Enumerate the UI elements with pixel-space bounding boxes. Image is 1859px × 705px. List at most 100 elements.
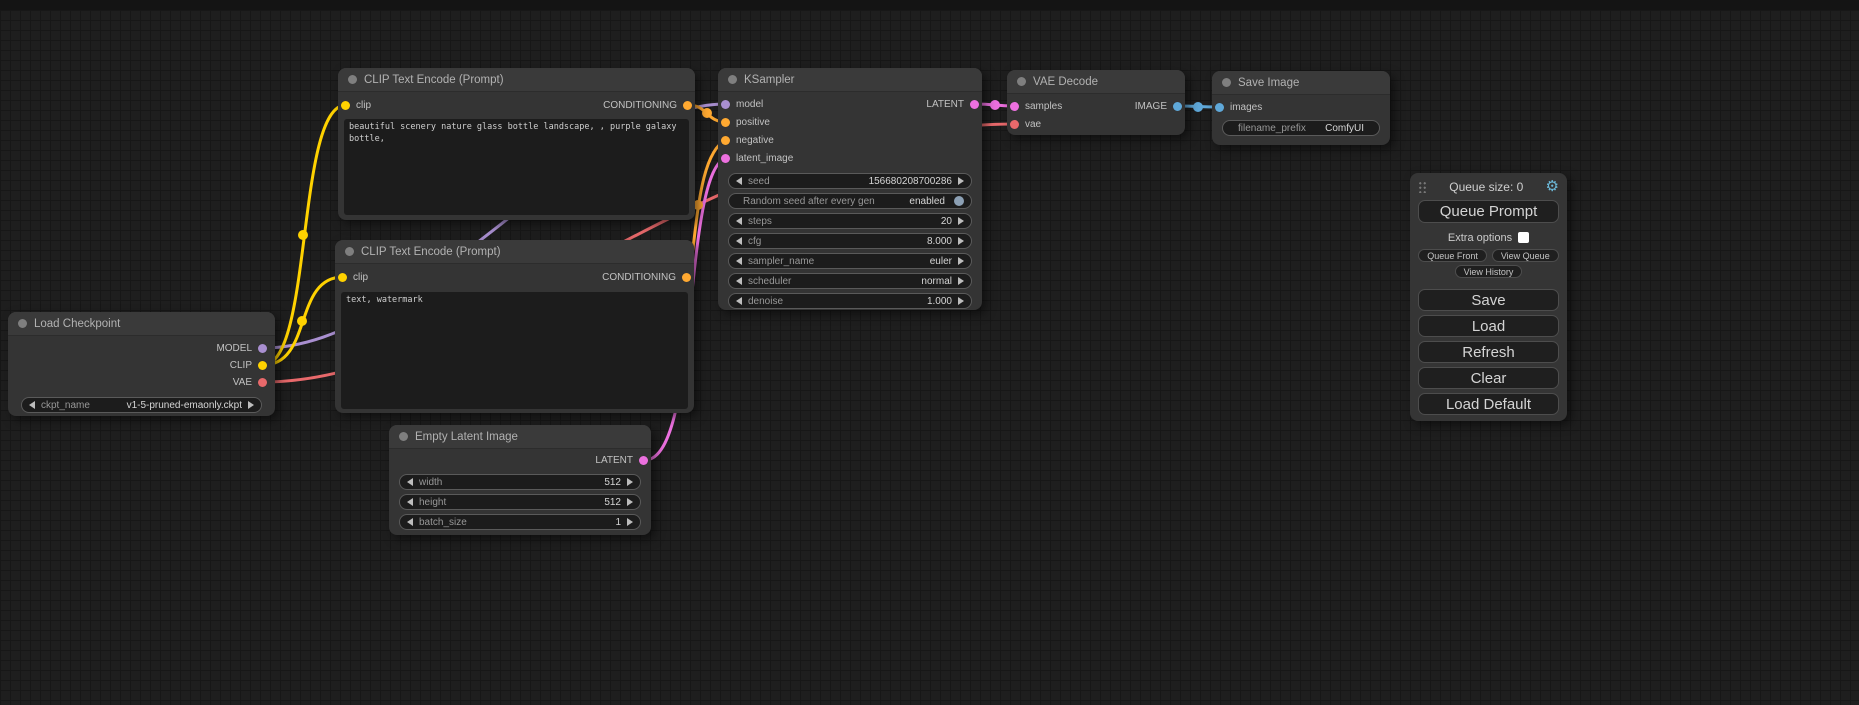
input-slot-samples[interactable]: samples: [1010, 101, 1062, 112]
slot-dot[interactable]: [1215, 103, 1224, 112]
node-title-bar[interactable]: VAE Decode: [1007, 70, 1185, 94]
next-value-arrow-icon[interactable]: [958, 297, 964, 305]
view-queue-button[interactable]: View Queue: [1492, 249, 1559, 262]
prev-value-arrow-icon[interactable]: [736, 237, 742, 245]
output-slot-conditioning[interactable]: CONDITIONING: [603, 100, 692, 111]
node-title-bar[interactable]: CLIP Text Encode (Prompt): [338, 68, 695, 92]
next-value-arrow-icon[interactable]: [958, 177, 964, 185]
widget-cfg[interactable]: cfg 8.000: [728, 233, 972, 249]
load-button[interactable]: Load: [1418, 315, 1559, 337]
slot-dot[interactable]: [682, 273, 691, 282]
slot-dot[interactable]: [721, 136, 730, 145]
node-save-image[interactable]: Save Image images filename_prefix ComfyU…: [1212, 71, 1390, 145]
widget-batch-size[interactable]: batch_size 1: [399, 514, 641, 530]
next-value-arrow-icon[interactable]: [958, 257, 964, 265]
prev-value-arrow-icon[interactable]: [407, 478, 413, 486]
widget-random-seed-toggle[interactable]: Random seed after every gen enabled: [728, 193, 972, 209]
input-slot-model[interactable]: model: [721, 99, 763, 110]
widget-filename-prefix[interactable]: filename_prefix ComfyUI: [1222, 120, 1380, 136]
slot-dot[interactable]: [639, 456, 648, 465]
prompt-textarea[interactable]: beautiful scenery nature glass bottle la…: [344, 119, 689, 215]
node-title-bar[interactable]: Empty Latent Image: [389, 425, 651, 449]
node-empty-latent-image[interactable]: Empty Latent Image LATENT width 512 heig: [389, 425, 651, 535]
next-value-arrow-icon[interactable]: [958, 277, 964, 285]
widget-height[interactable]: height 512: [399, 494, 641, 510]
output-slot-clip[interactable]: CLIP: [230, 360, 267, 371]
slot-dot[interactable]: [683, 101, 692, 110]
next-value-arrow-icon[interactable]: [958, 217, 964, 225]
next-value-arrow-icon[interactable]: [248, 401, 254, 409]
widget-sampler-name[interactable]: sampler_name euler: [728, 253, 972, 269]
slot-dot[interactable]: [721, 154, 730, 163]
load-default-button[interactable]: Load Default: [1418, 393, 1559, 415]
clear-button[interactable]: Clear: [1418, 367, 1559, 389]
prev-value-arrow-icon[interactable]: [736, 297, 742, 305]
widget-scheduler[interactable]: scheduler normal: [728, 273, 972, 289]
output-slot-model[interactable]: MODEL: [216, 343, 267, 354]
collapse-dot-icon[interactable]: [1222, 78, 1231, 87]
prompt-textarea[interactable]: text, watermark: [341, 292, 688, 409]
extra-options-checkbox[interactable]: [1518, 232, 1529, 243]
view-history-button[interactable]: View History: [1455, 265, 1523, 278]
collapse-dot-icon[interactable]: [728, 75, 737, 84]
node-load-checkpoint[interactable]: Load Checkpoint MODEL CLIP VAE: [8, 312, 275, 416]
save-button[interactable]: Save: [1418, 289, 1559, 311]
refresh-button[interactable]: Refresh: [1418, 341, 1559, 363]
node-clip-text-encode-positive[interactable]: CLIP Text Encode (Prompt) clip CONDITION…: [338, 68, 695, 220]
toggle-on-icon[interactable]: [954, 196, 964, 206]
slot-dot[interactable]: [338, 273, 347, 282]
collapse-dot-icon[interactable]: [1017, 77, 1026, 86]
prev-value-arrow-icon[interactable]: [736, 177, 742, 185]
collapse-dot-icon[interactable]: [345, 247, 354, 256]
input-slot-images[interactable]: images: [1215, 102, 1262, 113]
slot-dot[interactable]: [258, 344, 267, 353]
output-slot-conditioning[interactable]: CONDITIONING: [602, 272, 691, 283]
output-slot-vae[interactable]: VAE: [233, 377, 267, 388]
input-slot-positive[interactable]: positive: [721, 117, 770, 128]
widget-seed[interactable]: seed 156680208700286: [728, 173, 972, 189]
collapse-dot-icon[interactable]: [399, 432, 408, 441]
next-value-arrow-icon[interactable]: [627, 498, 633, 506]
slot-dot[interactable]: [1010, 102, 1019, 111]
prev-value-arrow-icon[interactable]: [736, 277, 742, 285]
node-ksampler[interactable]: KSampler model LATENT positive: [718, 68, 982, 310]
output-slot-latent[interactable]: LATENT: [926, 99, 979, 110]
prev-value-arrow-icon[interactable]: [736, 257, 742, 265]
node-vae-decode[interactable]: VAE Decode samples IMAGE vae: [1007, 70, 1185, 135]
queue-front-button[interactable]: Queue Front: [1418, 249, 1487, 262]
next-value-arrow-icon[interactable]: [627, 478, 633, 486]
input-slot-clip[interactable]: clip: [341, 100, 371, 111]
node-title-bar[interactable]: Save Image: [1212, 71, 1390, 95]
widget-denoise[interactable]: denoise 1.000: [728, 293, 972, 309]
input-slot-negative[interactable]: negative: [721, 135, 774, 146]
output-slot-image[interactable]: IMAGE: [1135, 101, 1182, 112]
node-title-bar[interactable]: CLIP Text Encode (Prompt): [335, 240, 694, 264]
output-slot-latent[interactable]: LATENT: [595, 455, 648, 466]
node-graph-canvas[interactable]: Load Checkpoint MODEL CLIP VAE: [0, 0, 1859, 705]
slot-dot[interactable]: [1173, 102, 1182, 111]
queue-prompt-button[interactable]: Queue Prompt: [1418, 200, 1559, 223]
input-slot-latent-image[interactable]: latent_image: [721, 153, 793, 164]
collapse-dot-icon[interactable]: [18, 319, 27, 328]
slot-dot[interactable]: [721, 118, 730, 127]
node-title-bar[interactable]: KSampler: [718, 68, 982, 92]
slot-dot[interactable]: [341, 101, 350, 110]
next-value-arrow-icon[interactable]: [627, 518, 633, 526]
widget-ckpt-name[interactable]: ckpt_name v1-5-pruned-emaonly.ckpt: [21, 397, 262, 413]
input-slot-clip[interactable]: clip: [338, 272, 368, 283]
prev-value-arrow-icon[interactable]: [407, 518, 413, 526]
slot-dot[interactable]: [1010, 120, 1019, 129]
settings-gear-icon[interactable]: ⚙: [1546, 180, 1559, 194]
widget-steps[interactable]: steps 20: [728, 213, 972, 229]
prev-value-arrow-icon[interactable]: [29, 401, 35, 409]
widget-width[interactable]: width 512: [399, 474, 641, 490]
next-value-arrow-icon[interactable]: [958, 237, 964, 245]
prev-value-arrow-icon[interactable]: [736, 217, 742, 225]
slot-dot[interactable]: [721, 100, 730, 109]
node-clip-text-encode-negative[interactable]: CLIP Text Encode (Prompt) clip CONDITION…: [335, 240, 694, 413]
collapse-dot-icon[interactable]: [348, 75, 357, 84]
drag-handle-icon[interactable]: [1418, 181, 1427, 193]
slot-dot[interactable]: [258, 361, 267, 370]
prev-value-arrow-icon[interactable]: [407, 498, 413, 506]
node-title-bar[interactable]: Load Checkpoint: [8, 312, 275, 336]
